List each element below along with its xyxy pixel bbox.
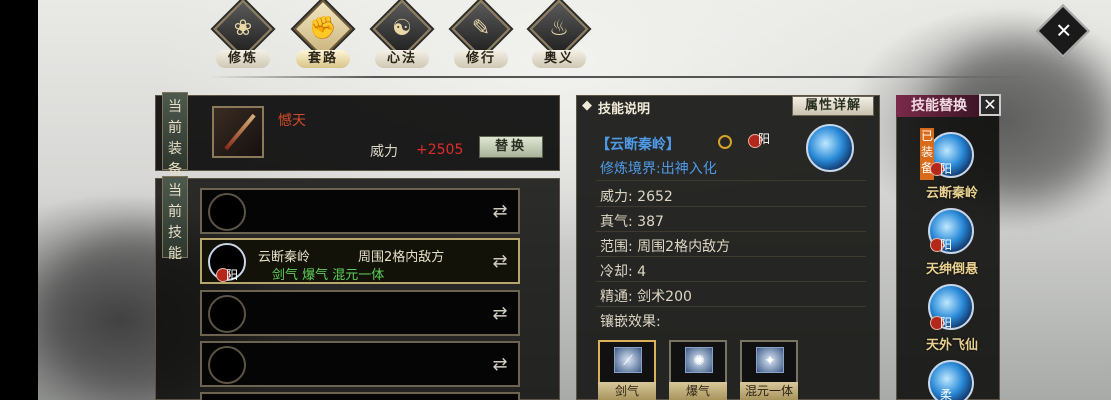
divider xyxy=(596,206,866,207)
empty-socket xyxy=(208,295,246,333)
element-icon xyxy=(718,135,732,149)
burst-qi-icon: ✺ xyxy=(685,347,713,373)
inlay-gem-slot[interactable]: ✦ 混元一体 xyxy=(740,340,798,400)
game-screen: ❀ 修炼 ✊ 套路 ☯ 心法 ✎ 修行 ♨ 奥义 ✕ 当前装备 憾天 威力 +2… xyxy=(0,0,1111,400)
close-icon[interactable]: ✕ xyxy=(979,94,1001,116)
stat-mastery: 精通: 剑术200 xyxy=(600,289,692,305)
weapon-slot[interactable] xyxy=(212,106,264,158)
yang-label: 阳 xyxy=(940,238,953,252)
skills-section-label: 当前技能 xyxy=(162,176,188,262)
divider xyxy=(596,281,866,282)
sword-icon xyxy=(224,113,256,151)
flame-icon: ♨ xyxy=(549,16,569,41)
cultivation-realm: 修炼境界:出神入化 xyxy=(600,161,717,177)
skill-slot-empty[interactable] xyxy=(200,392,520,400)
tab-label: 修炼 xyxy=(216,50,270,68)
skill-slot-empty[interactable]: ⇄ xyxy=(200,341,520,387)
skill-slot-empty[interactable]: ⇄ xyxy=(200,290,520,336)
tab-cultivate[interactable]: ❀ 修炼 xyxy=(208,0,278,68)
stat-power: 威力: 2652 xyxy=(600,189,673,205)
swirl-icon: ☯ xyxy=(392,16,412,41)
inlay-gem-label: 爆气 xyxy=(669,382,727,400)
detail-title-marker: ◆ xyxy=(582,98,592,113)
tab-label: 修行 xyxy=(454,50,508,68)
divider xyxy=(596,306,866,307)
swap-icon[interactable]: ⇄ xyxy=(488,200,512,224)
tab-mind-method[interactable]: ☯ 心法 xyxy=(367,0,437,68)
skill-slot-empty[interactable]: ⇄ xyxy=(200,188,520,234)
chaos-unity-icon: ✦ xyxy=(756,347,784,373)
letterbox-left xyxy=(0,0,38,400)
swap-icon[interactable]: ⇄ xyxy=(488,353,512,377)
stat-cooldown: 冷却: 4 xyxy=(600,264,647,280)
attribute-detail-button[interactable]: 属性详解 xyxy=(792,96,874,116)
replace-skill-name: 天外飞仙 xyxy=(925,338,978,353)
inlay-gem-label: 混元一体 xyxy=(740,382,798,400)
tab-practice[interactable]: ✎ 修行 xyxy=(446,0,516,68)
tab-mystery[interactable]: ♨ 奥义 xyxy=(524,0,594,68)
skill-slot-selected[interactable]: 阳 云断秦岭 周围2格内敌方 剑气 爆气 混元一体 ⇄ xyxy=(200,238,520,284)
inlay-gem-slot[interactable]: ⟋ 剑气 xyxy=(598,340,656,400)
replace-skill-name: 云断秦岭 xyxy=(925,186,978,201)
equipment-section-label: 当前装备 xyxy=(162,92,188,178)
sword-qi-icon: ⟋ xyxy=(614,347,642,373)
skill-gems: 剑气 爆气 混元一体 xyxy=(272,268,385,283)
close-icon: ✕ xyxy=(1055,18,1073,43)
fist-icon: ✊ xyxy=(309,16,337,41)
detail-title: 技能说明 xyxy=(598,102,651,117)
swap-icon[interactable]: ⇄ xyxy=(488,250,512,274)
tab-routine[interactable]: ✊ 套路 xyxy=(288,0,358,68)
divider xyxy=(596,256,866,257)
swap-icon[interactable]: ⇄ xyxy=(488,302,512,326)
tab-label: 心法 xyxy=(375,50,429,68)
replace-weapon-button[interactable]: 替换 xyxy=(479,136,543,158)
inlay-label: 镶嵌效果: xyxy=(600,314,661,330)
power-bonus: +2505 xyxy=(416,142,464,158)
yang-label: 阳 xyxy=(940,162,953,176)
soft-label: 柔 xyxy=(940,388,953,400)
tab-label: 奥义 xyxy=(532,50,586,68)
replace-panel-title: 技能替换 xyxy=(896,95,982,117)
skill-name: 云断秦岭 xyxy=(258,250,311,265)
replace-skill-name: 天绅倒悬 xyxy=(925,262,978,277)
divider xyxy=(596,231,866,232)
empty-socket xyxy=(208,346,246,384)
power-label: 威力 xyxy=(370,144,398,160)
skill-range: 周围2格内敌方 xyxy=(358,250,445,265)
divider xyxy=(596,180,866,181)
inlay-gem-slot[interactable]: ✺ 爆气 xyxy=(669,340,727,400)
tab-label: 套路 xyxy=(296,50,350,68)
tab-divider xyxy=(210,76,1030,78)
empty-socket xyxy=(208,193,246,231)
scroll-icon: ✎ xyxy=(471,16,491,41)
yang-label: 阳 xyxy=(758,132,771,146)
yang-label: 阳 xyxy=(226,268,239,282)
lotus-icon: ❀ xyxy=(233,16,253,41)
yang-label: 阳 xyxy=(940,316,953,330)
detail-skill-name: 【云断秦岭】 xyxy=(596,137,680,153)
weapon-name: 憾天 xyxy=(278,113,306,129)
inlay-gem-label: 剑气 xyxy=(598,382,656,400)
detail-skill-icon xyxy=(806,124,854,172)
stat-qi: 真气: 387 xyxy=(600,214,664,230)
stat-range: 范围: 周围2格内敌方 xyxy=(600,239,731,255)
